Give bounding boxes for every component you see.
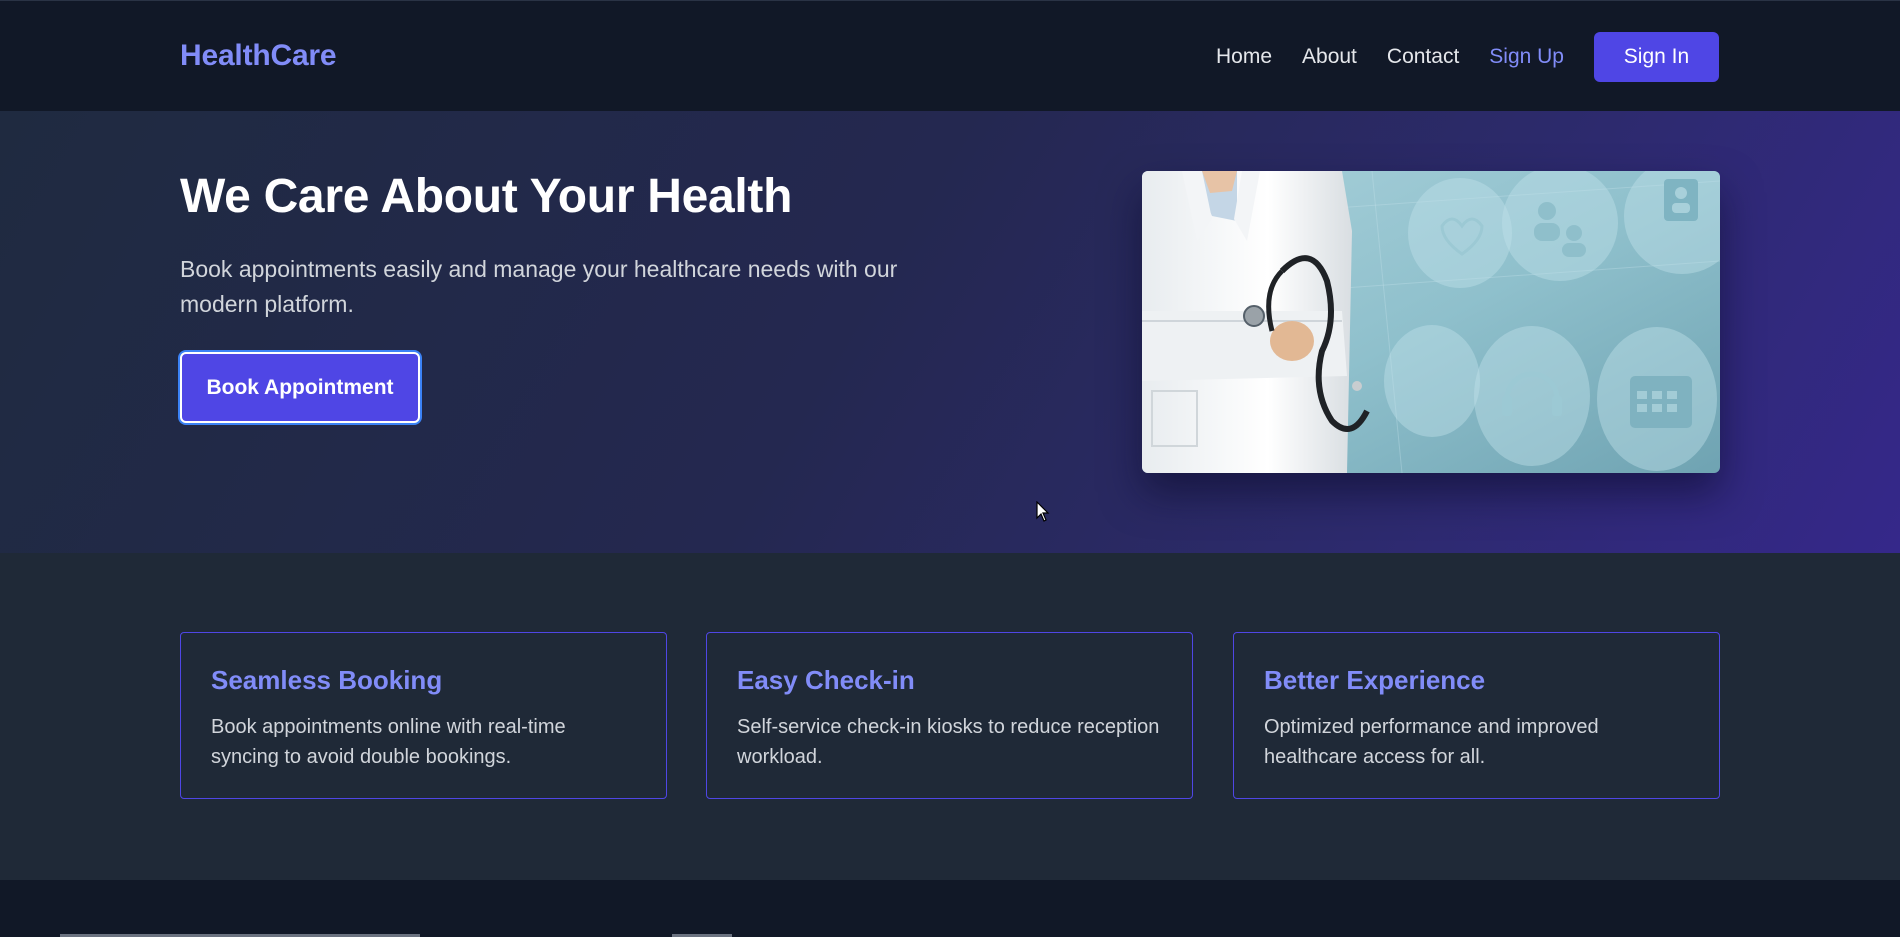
book-appointment-button[interactable]: Book Appointment xyxy=(180,352,420,423)
hero-subtitle: Book appointments easily and manage your… xyxy=(180,256,898,317)
feature-card-title: Easy Check-in xyxy=(737,665,915,695)
nav-link-home[interactable]: Home xyxy=(1216,45,1272,69)
feature-card-title: Seamless Booking xyxy=(211,665,443,695)
feature-card-easy-check-in: Easy Check-in Self-service check-in kios… xyxy=(706,632,1193,799)
nav-link-contact[interactable]: Contact xyxy=(1387,45,1459,69)
hero-section: We Care About Your Health Book appointme… xyxy=(0,111,1900,553)
nav-link-sign-up[interactable]: Sign Up xyxy=(1489,45,1564,69)
feature-card-seamless-booking: Seamless Booking Book appointments onlin… xyxy=(180,632,667,799)
brand-logo[interactable]: HealthCare xyxy=(180,39,337,73)
sign-in-button[interactable]: Sign In xyxy=(1594,32,1719,82)
doctor-with-stethoscope-image xyxy=(1142,171,1720,473)
feature-card-text: Self-service check-in kiosks to reduce r… xyxy=(737,716,1160,768)
features-section: Seamless Booking Book appointments onlin… xyxy=(0,553,1900,880)
main-nav: Home About Contact Sign Up Sign In xyxy=(1216,32,1719,82)
top-navigation-bar: HealthCare Home About Contact Sign Up Si… xyxy=(0,0,1900,111)
feature-card-title: Better Experience xyxy=(1264,665,1486,695)
feature-card-better-experience: Better Experience Optimized performance … xyxy=(1233,632,1720,799)
feature-card-text: Book appointments online with real-time … xyxy=(211,716,566,768)
feature-card-text: Optimized performance and improved healt… xyxy=(1264,716,1599,768)
mouse-cursor-icon xyxy=(1036,500,1050,528)
nav-link-about[interactable]: About xyxy=(1302,45,1357,69)
page-footer xyxy=(0,880,1900,937)
hero-title: We Care About Your Health xyxy=(180,170,793,223)
